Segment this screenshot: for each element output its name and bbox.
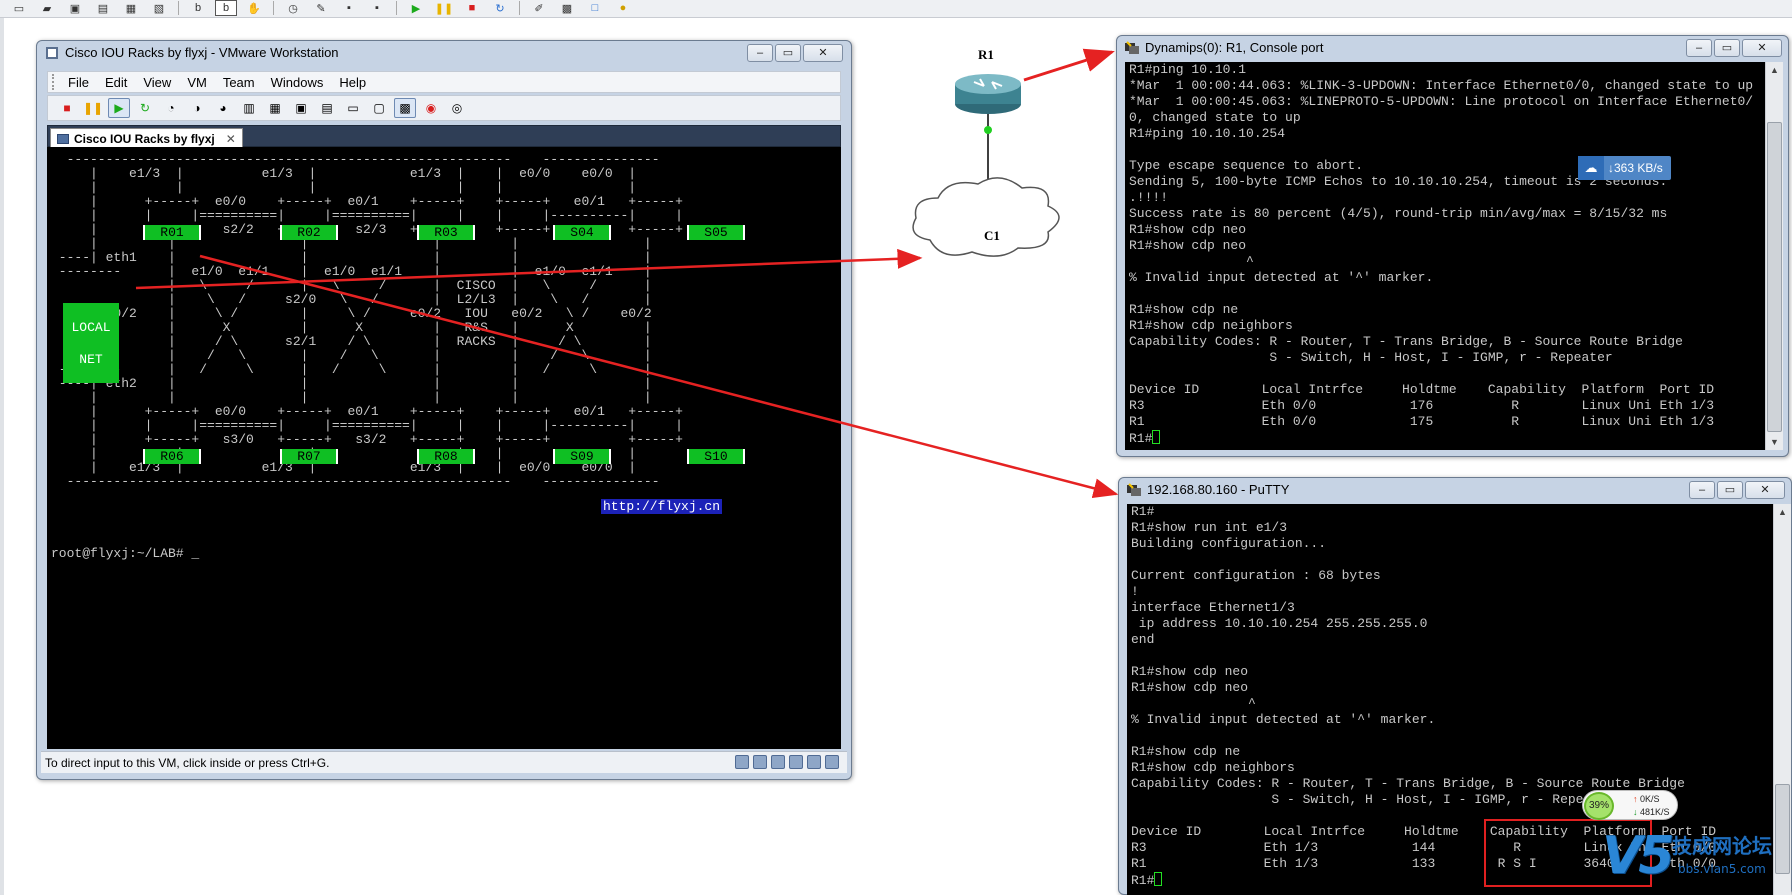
upload-arrow-icon: ↑: [1633, 794, 1638, 804]
meter-percent: 39%: [1584, 792, 1614, 820]
cloud-sync-icon: ☁: [1578, 156, 1604, 180]
meter-download: ↓ 481K/S: [1633, 807, 1670, 817]
speed-value: ↓363 KB/s: [1608, 161, 1663, 175]
meter-download-value: 481K/S: [1640, 807, 1670, 817]
arrow-r1-to-console: [1023, 48, 1115, 82]
forum-watermark: V5 技成网论坛 bbs.vlan5.com: [1602, 822, 1792, 895]
speed-text: 363 KB/s: [1614, 161, 1663, 175]
meter-upload-value: 0K/S: [1640, 794, 1660, 804]
download-arrow-icon: ↓: [1633, 807, 1638, 817]
watermark-title: 技成网论坛: [1672, 834, 1772, 858]
desktop: ▭ ▰ ▣ ▤ ▦ ▧ b b ✋ ◷ ✎ ▪ ▪ ▶ ❚❚ ■ ↻ ✐ ▩ □…: [0, 0, 1792, 895]
arrow-r01-to-putty: [199, 254, 1119, 499]
annotation-arrows: [135, 48, 1119, 499]
download-speed-badge: ☁ ↓363 KB/s: [1578, 156, 1671, 180]
watermark-url: bbs.vlan5.com: [1678, 862, 1766, 876]
arrow-eth1-to-cloud: [135, 248, 923, 290]
watermark-logo: V5: [1602, 826, 1674, 886]
meter-upload: ↑ 0K/S: [1633, 794, 1660, 804]
network-meter[interactable]: 39% ↑ 0K/S ↓ 481K/S: [1582, 790, 1678, 820]
